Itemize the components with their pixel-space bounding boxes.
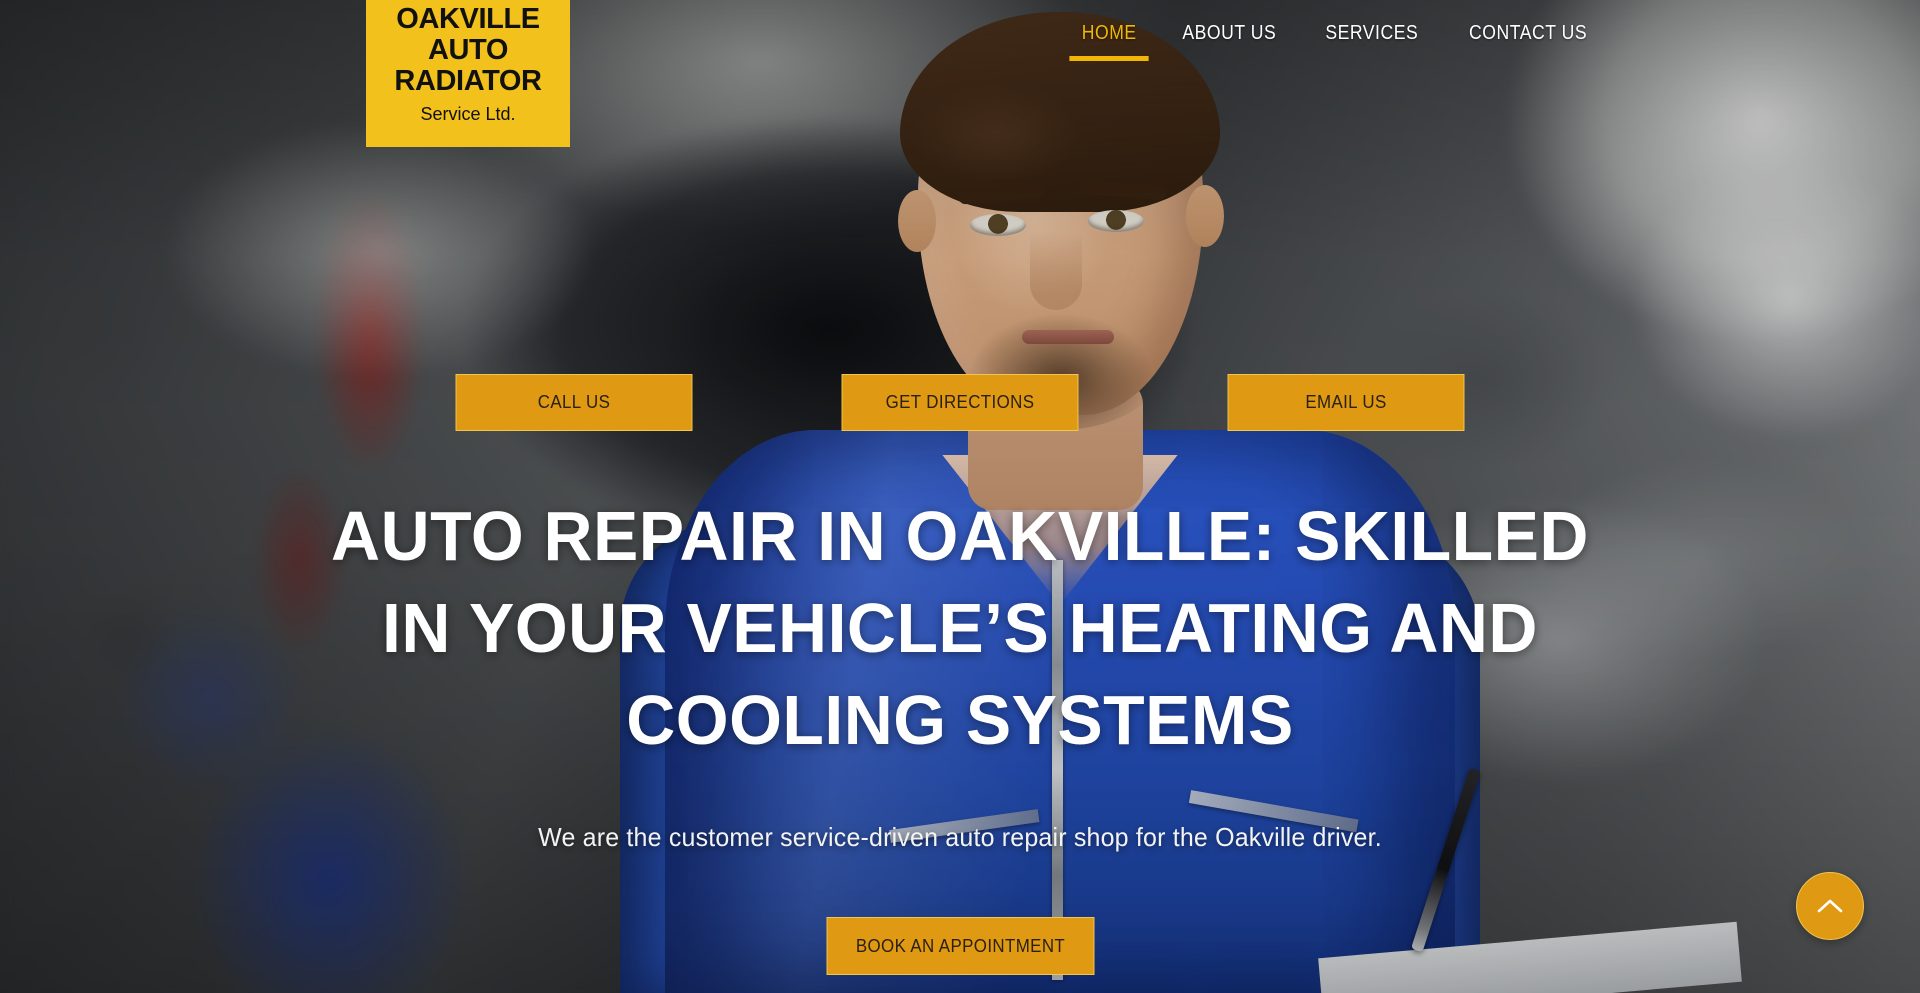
logo-subtitle: Service Ltd.: [420, 104, 516, 124]
subject-ear-right: [1186, 185, 1224, 247]
logo-line-2: AUTO: [427, 34, 509, 66]
primary-cta-wrapper: BOOK AN APPOINTMENT: [0, 917, 1920, 975]
subject-eye-right: [1088, 210, 1144, 232]
nav-item-contact-us[interactable]: CONTACT US: [1453, 22, 1603, 61]
nav-item-about-us[interactable]: ABOUT US: [1167, 22, 1293, 61]
nav-item-home[interactable]: HOME: [1066, 22, 1153, 61]
hero-headline: AUTO REPAIR IN OAKVILLE: SKILLED IN YOUR…: [0, 490, 1920, 766]
site-logo[interactable]: OAKVILLE AUTO RADIATOR Service Ltd.: [366, 0, 570, 147]
nav-item-services[interactable]: SERVICES: [1310, 22, 1435, 61]
email-us-button[interactable]: EMAIL US: [1227, 374, 1465, 431]
subject-ear-left: [898, 190, 936, 252]
headline-line-1: AUTO REPAIR IN OAKVILLE: SKILLED: [331, 497, 1589, 575]
main-navigation: HOME ABOUT US SERVICES CONTACT US: [1060, 22, 1613, 61]
logo-line-1: OAKVILLE: [396, 3, 540, 35]
get-directions-button[interactable]: GET DIRECTIONS: [841, 374, 1079, 431]
headline-line-3: COOLING SYSTEMS: [626, 681, 1294, 759]
book-an-appointment-button[interactable]: BOOK AN APPOINTMENT: [826, 917, 1094, 975]
chevron-up-icon: [1817, 898, 1843, 914]
hero-subheading: We are the customer service-driven auto …: [538, 822, 1382, 852]
hero-section: OAKVILLE AUTO RADIATOR Service Ltd. HOME…: [0, 0, 1920, 993]
subject-nose: [1030, 232, 1082, 310]
subject-mouth: [1022, 330, 1114, 344]
cta-button-row: CALL US GET DIRECTIONS EMAIL US: [0, 374, 1920, 431]
scroll-to-top-button[interactable]: [1796, 872, 1864, 940]
subject-eye-left: [970, 214, 1026, 236]
call-us-button[interactable]: CALL US: [455, 374, 693, 431]
headline-line-2: IN YOUR VEHICLE’S HEATING AND: [382, 589, 1538, 667]
logo-line-3: RADIATOR: [394, 65, 542, 97]
